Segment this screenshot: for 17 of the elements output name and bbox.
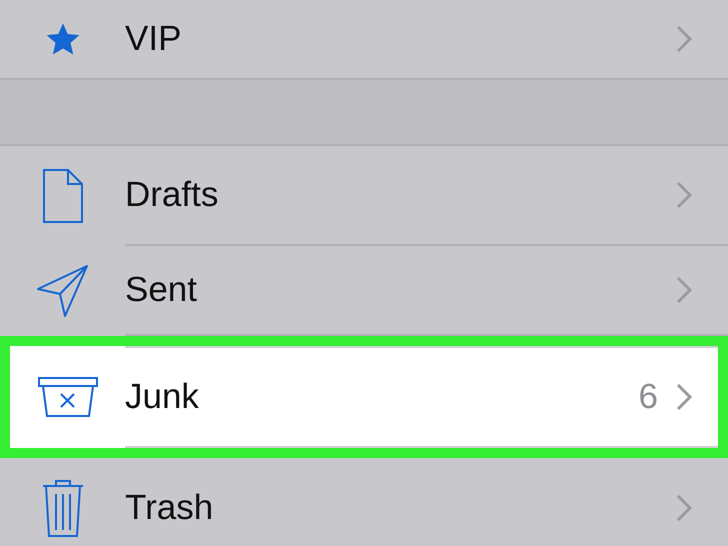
mailbox-label: VIP	[125, 19, 182, 59]
paper-plane-icon	[36, 264, 90, 318]
mailbox-label: Drafts	[125, 175, 220, 215]
mailbox-label: Trash	[125, 488, 214, 528]
mailbox-label: Junk	[125, 377, 200, 417]
chevron-icon	[676, 276, 692, 304]
junk-bin-icon	[36, 376, 98, 418]
chevron-icon	[676, 25, 692, 53]
mailbox-row[interactable]: Junk 6	[0, 336, 728, 458]
trash-icon	[40, 478, 84, 538]
chevron-icon	[676, 494, 692, 522]
unread-count: 6	[638, 377, 658, 417]
chevron-icon	[676, 383, 692, 411]
document-icon	[40, 168, 84, 224]
star-icon	[44, 21, 80, 57]
chevron-icon	[676, 181, 692, 209]
mailbox-label: Sent	[125, 270, 198, 310]
